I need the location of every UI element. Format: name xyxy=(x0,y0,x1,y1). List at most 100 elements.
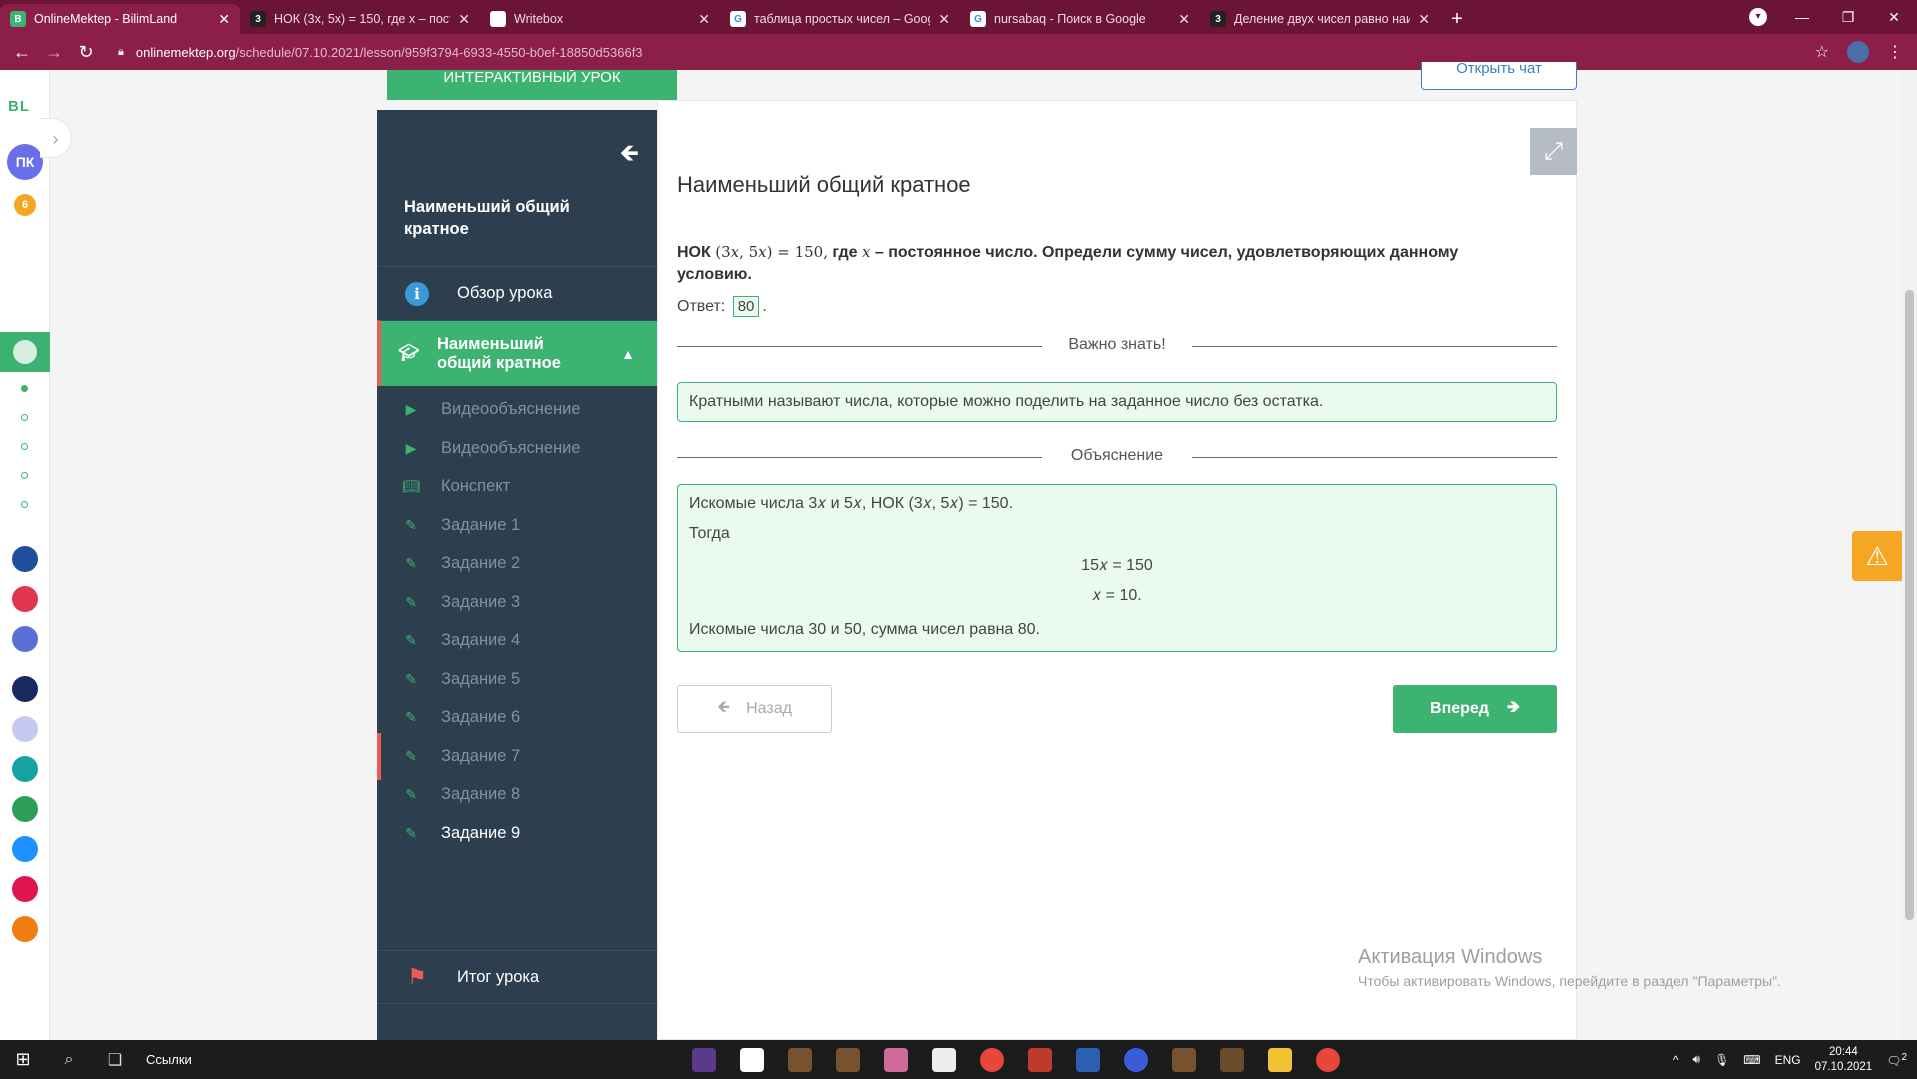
microphone-icon[interactable]: 🎙︎ xyxy=(1714,1053,1729,1067)
rail-dot[interactable] xyxy=(21,385,28,392)
browser-tab[interactable]: Gтаблица простых чисел – Googl ✕ xyxy=(720,4,960,34)
sidebar-subitem[interactable]: ✎ Задание 9 xyxy=(381,810,657,857)
edit-icon: ✎ xyxy=(405,709,417,725)
rail-dot[interactable] xyxy=(21,443,28,450)
rail-app-icon[interactable] xyxy=(12,546,38,572)
rail-app-icon[interactable] xyxy=(12,836,38,862)
sidebar-item-current-section[interactable]: 🎓︎ Наименьший общий кратное ▲ xyxy=(377,320,657,386)
clock[interactable]: 20:44 07.10.2021 xyxy=(1815,1045,1873,1075)
app-icon[interactable] xyxy=(1172,1047,1196,1072)
keyboard-icon[interactable]: ⌨ xyxy=(1743,1053,1760,1067)
sidebar-item-label: Конспект xyxy=(441,477,511,495)
chrome-icon[interactable] xyxy=(980,1047,1004,1072)
flag-icon: ⚑ xyxy=(407,964,427,989)
rail-app-icon[interactable] xyxy=(12,876,38,902)
rail-dot[interactable] xyxy=(21,501,28,508)
browser-tab[interactable]: 3 НОК (3x, 5x) = 150, где x – посто ✕ xyxy=(240,4,480,34)
play-icon: ▶ xyxy=(405,401,417,417)
restore-icon[interactable]: ❐ xyxy=(1825,0,1871,34)
browser-tab[interactable]: B OnlineMektep - BilimLand ✕ xyxy=(0,4,240,34)
rail-app-icon[interactable] xyxy=(12,626,38,652)
tab-close-icon[interactable]: ✕ xyxy=(458,11,470,28)
app-rail: BL ПК 6 xyxy=(0,70,50,1040)
report-warning-icon[interactable]: ⚠ xyxy=(1852,531,1902,581)
back-button[interactable]: 🡸 Назад xyxy=(677,685,832,733)
url-host: onlinemektep.org xyxy=(135,44,236,60)
rail-app-icon[interactable] xyxy=(12,586,38,612)
browser-tab[interactable]: Gnursabaq - Поиск в Google ✕ xyxy=(960,4,1200,34)
tab-close-icon[interactable]: ✕ xyxy=(1418,11,1430,28)
links-toolbar[interactable]: Ссылки xyxy=(146,1052,192,1067)
volume-icon[interactable]: 🔊︎ xyxy=(1693,1052,1701,1067)
close-window-icon[interactable]: ✕ xyxy=(1871,0,1917,34)
app-icon[interactable] xyxy=(1124,1047,1148,1072)
fullscreen-icon[interactable]: ⤢ xyxy=(1530,128,1577,175)
rail-expand-icon[interactable]: › xyxy=(40,118,72,158)
task-view-icon[interactable]: ❏ xyxy=(92,1050,138,1070)
user-avatar[interactable]: ПК xyxy=(7,144,43,180)
app-icon[interactable] xyxy=(1028,1047,1052,1072)
windows-start-icon[interactable]: ⊞ xyxy=(0,1049,46,1070)
sidebar-item-summary[interactable]: ⚑ Итог урока xyxy=(377,950,657,1004)
browser-tab[interactable]: 3 Деление двух чисел равно наи ✕ xyxy=(1200,4,1440,34)
language-indicator[interactable]: ENG xyxy=(1775,1053,1801,1067)
file-explorer-icon[interactable] xyxy=(1268,1047,1292,1072)
tab-close-icon[interactable]: ✕ xyxy=(938,11,950,28)
chevron-up-icon[interactable]: ^ xyxy=(1673,1053,1679,1067)
new-tab-button[interactable]: + xyxy=(1440,4,1474,34)
minimize-icon[interactable]: — xyxy=(1779,0,1825,34)
rail-active-app[interactable] xyxy=(0,332,50,372)
tab-close-icon[interactable]: ✕ xyxy=(1178,11,1190,28)
tab-search-icon[interactable]: ▾ xyxy=(1749,8,1767,26)
app-icon[interactable] xyxy=(1220,1047,1244,1072)
arrow-right-icon: 🡺 xyxy=(1506,698,1520,716)
reload-icon[interactable]: ↻ xyxy=(70,42,102,63)
lesson-sidebar: 🡸 Наименьший общий кратное i Обзор урока… xyxy=(377,110,657,1040)
answer-input[interactable]: 80 xyxy=(732,296,760,317)
explanation-line: Искомые числа 3𝑥 и 5𝑥, НОК (3𝑥, 5𝑥) = 15… xyxy=(689,495,1014,512)
app-icon[interactable] xyxy=(932,1047,956,1072)
tab-close-icon[interactable]: ✕ xyxy=(698,11,710,28)
app-icon[interactable] xyxy=(740,1047,764,1072)
rail-app-icon[interactable] xyxy=(12,716,38,742)
search-icon[interactable]: ⌕ xyxy=(46,1051,92,1069)
rail-dot[interactable] xyxy=(21,414,28,421)
next-button[interactable]: Вперед 🡺 xyxy=(1393,685,1557,733)
page-scrollbar[interactable] xyxy=(1902,70,1917,1040)
rail-app-icon[interactable] xyxy=(12,916,38,942)
bookmark-star-icon[interactable]: ☆ xyxy=(1815,42,1829,62)
back-button-label: Назад xyxy=(746,700,792,717)
back-nav-icon[interactable]: ← xyxy=(6,42,38,63)
profile-avatar[interactable] xyxy=(1847,41,1869,63)
forward-nav-icon[interactable]: → xyxy=(38,42,70,63)
rail-app-icon[interactable] xyxy=(12,676,38,702)
tab-favicon-icon: B xyxy=(10,11,26,27)
chrome-icon[interactable] xyxy=(1316,1047,1340,1072)
lock-icon: 🔒︎ xyxy=(118,45,124,58)
browser-menu-icon[interactable]: ⋮ xyxy=(1887,42,1903,62)
open-chat-button[interactable]: Открыть чат xyxy=(1421,61,1577,90)
browser-tab[interactable]: Writebox ✕ xyxy=(480,4,720,34)
rail-dot[interactable] xyxy=(21,472,28,479)
rail-app-icon[interactable] xyxy=(12,756,38,782)
sidebar-item-overview[interactable]: i Обзор урока xyxy=(377,266,657,320)
app-icon[interactable] xyxy=(836,1047,860,1072)
app-icon[interactable] xyxy=(1076,1047,1100,1072)
question-text: НОК (3𝑥, 5𝑥) = 150, где 𝑥 – постоянное ч… xyxy=(677,241,1507,286)
chevron-up-icon[interactable]: ▲ xyxy=(621,346,635,362)
question-var: 𝑥 xyxy=(861,243,871,261)
sidebar-item-label: Итог урока xyxy=(457,967,540,986)
scrollbar-thumb[interactable] xyxy=(1905,290,1914,920)
app-icon[interactable] xyxy=(884,1047,908,1072)
tab-title: Деление двух чисел равно наи xyxy=(1234,12,1411,26)
rail-app-icon[interactable] xyxy=(12,796,38,822)
arrow-left-icon[interactable]: 🡸 xyxy=(620,136,640,177)
bilimland-logo[interactable]: BL xyxy=(8,98,30,115)
tab-close-icon[interactable]: ✕ xyxy=(218,11,230,28)
notifications-icon[interactable]: 🗨︎2 xyxy=(1886,1052,1907,1068)
app-icon[interactable] xyxy=(788,1047,812,1072)
app-icon[interactable] xyxy=(692,1047,716,1072)
sidebar-item-label: Задание 8 xyxy=(441,785,521,803)
question-args: (3𝑥, 5𝑥) = 150, xyxy=(715,243,828,261)
sidebar-item-label: Видеообъяснение xyxy=(441,400,581,418)
